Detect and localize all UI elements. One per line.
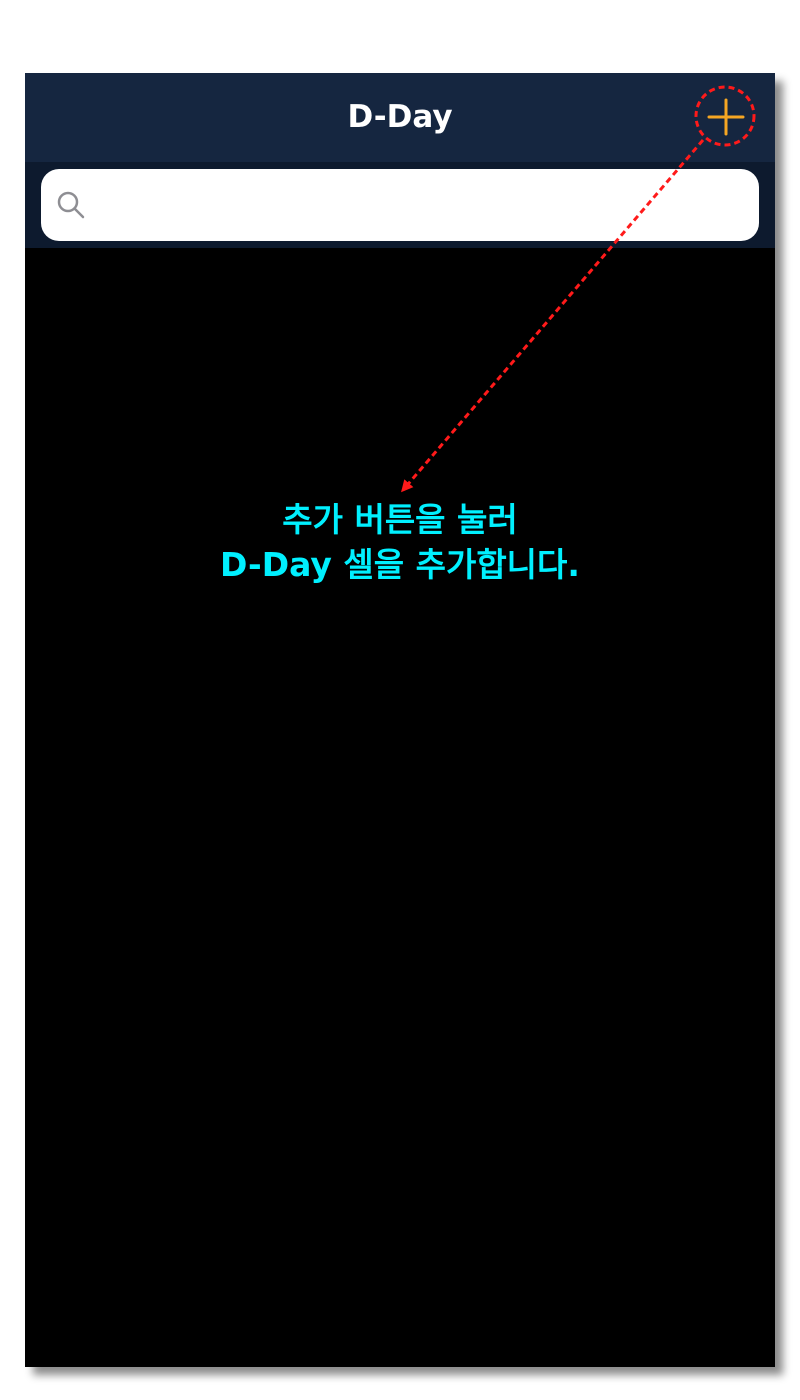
empty-state-line-1: 추가 버튼을 눌러 [282, 500, 518, 539]
add-button[interactable] [696, 87, 756, 147]
page-title: D-Day [347, 99, 453, 135]
app-screen: D-Day 추가 버튼을 눌러 D-Day 셀을 추가합니다. [25, 73, 775, 1367]
empty-state-message: 추가 버튼을 눌러 D-Day 셀을 추가합니다. [25, 497, 775, 587]
empty-state-line-2: D-Day 셀을 추가합니다. [220, 545, 580, 584]
search-bar [25, 162, 775, 248]
search-input[interactable] [101, 169, 741, 241]
search-icon [57, 191, 85, 219]
search-field[interactable] [41, 169, 759, 241]
plus-icon [707, 98, 745, 136]
navigation-bar: D-Day [25, 73, 775, 162]
